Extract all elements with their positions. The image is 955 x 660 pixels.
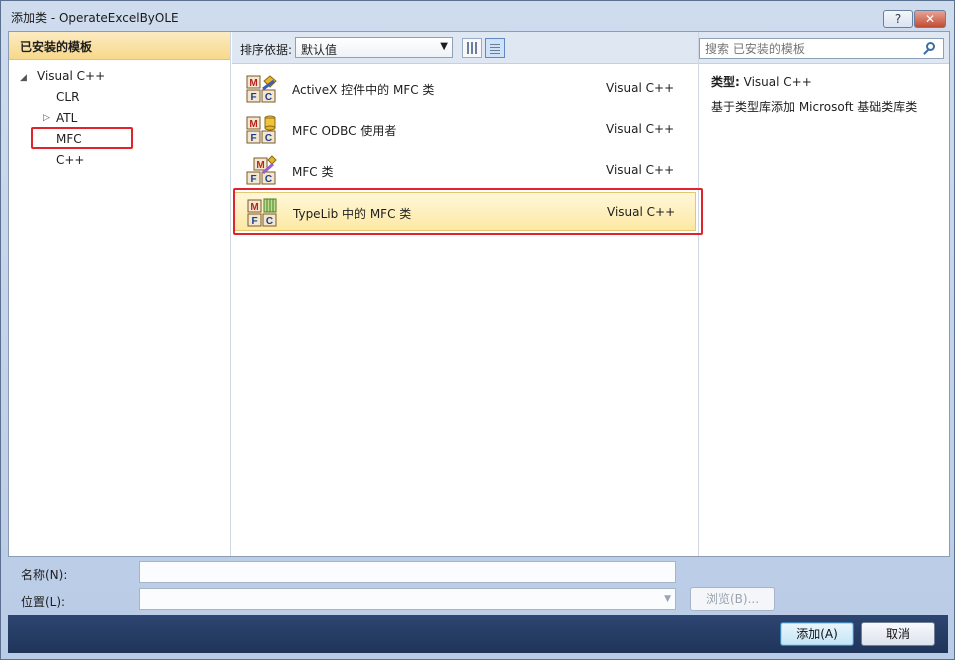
- search-icon[interactable]: [926, 42, 935, 51]
- svg-text:C: C: [265, 133, 272, 144]
- title-bar[interactable]: 添加类 - OperateExcelByOLE ? ✕: [1, 1, 954, 31]
- expanded-arrow-icon[interactable]: ◢: [20, 73, 27, 83]
- installed-templates-header[interactable]: 已安装的模板: [9, 32, 230, 60]
- help-button[interactable]: ?: [883, 10, 913, 28]
- tree-item-atl[interactable]: ATL: [56, 109, 77, 127]
- window-title: 添加类 - OperateExcelByOLE: [11, 11, 179, 25]
- location-label: 位置(L):: [21, 595, 66, 609]
- name-label: 名称(N):: [21, 568, 68, 582]
- cancel-button[interactable]: 取消: [861, 622, 935, 646]
- chevron-down-icon: ▼: [440, 41, 448, 52]
- collapsed-arrow-icon[interactable]: ▷: [43, 113, 50, 123]
- template-type: 类型: Visual C++: [711, 73, 812, 90]
- close-button[interactable]: ✕: [914, 10, 946, 28]
- template-description: 基于类型库添加 Microsoft 基础类库类: [711, 100, 918, 114]
- list-item[interactable]: M F C ActiveX 控件中的 MFC 类 Visual C++: [234, 69, 696, 108]
- sort-select[interactable]: 默认值 ▼: [295, 37, 453, 58]
- template-language: Visual C++: [606, 163, 675, 177]
- name-field[interactable]: [139, 561, 676, 583]
- svg-text:C: C: [265, 92, 272, 103]
- template-name: MFC 类: [292, 165, 334, 179]
- template-name: MFC ODBC 使用者: [292, 124, 397, 138]
- dialog-footer: 添加(A) 取消: [8, 615, 948, 653]
- installed-templates-label: 已安装的模板: [20, 40, 93, 54]
- tree-item-cpp[interactable]: C++: [56, 151, 85, 169]
- details-pane: 类型: Visual C++ 基于类型库添加 Microsoft 基础类库类: [699, 32, 949, 556]
- detail-view-button[interactable]: [485, 38, 505, 58]
- location-combo[interactable]: ▼: [139, 588, 676, 610]
- detail-view-icon: [490, 42, 500, 54]
- typelib-highlight-box: [233, 188, 703, 235]
- list-view-button[interactable]: [462, 38, 482, 58]
- sort-select-value: 默认值: [301, 43, 338, 57]
- svg-text:F: F: [250, 133, 256, 144]
- template-language: Visual C++: [606, 122, 675, 136]
- sort-toolbar: 排序依据: 默认值 ▼: [232, 32, 698, 64]
- installed-templates-pane: 已安装的模板 ◢ Visual C++ CLR ▷ ATL MFC C++: [9, 32, 231, 556]
- mfc-activex-icon: M F C: [246, 75, 277, 103]
- svg-text:M: M: [256, 160, 264, 171]
- mfc-class-icon: M F C: [246, 155, 277, 185]
- mfc-highlight-box: [31, 127, 133, 149]
- chevron-down-icon: ▼: [664, 594, 671, 604]
- sort-label: 排序依据:: [240, 43, 293, 57]
- add-button[interactable]: 添加(A): [780, 622, 854, 646]
- add-class-dialog: 添加类 - OperateExcelByOLE ? ✕ 已安装的模板 ◢ Vis…: [0, 0, 955, 660]
- browse-button[interactable]: 浏览(B)...: [690, 587, 775, 611]
- tree-item-visual-cpp[interactable]: Visual C++: [37, 67, 105, 85]
- type-label: 类型:: [711, 75, 740, 89]
- svg-text:F: F: [250, 174, 256, 185]
- tree-item-clr[interactable]: CLR: [56, 88, 79, 106]
- template-list-pane: 排序依据: 默认值 ▼ M F C ActiveX 控件中的 MFC 类 Vis…: [232, 32, 703, 556]
- svg-text:M: M: [249, 78, 257, 89]
- search-bar: [699, 32, 949, 64]
- template-name: ActiveX 控件中的 MFC 类: [292, 83, 435, 97]
- type-value: Visual C++: [743, 75, 812, 89]
- dialog-content: 已安装的模板 ◢ Visual C++ CLR ▷ ATL MFC C++ 排序…: [8, 31, 950, 557]
- template-language: Visual C++: [606, 81, 675, 95]
- svg-text:F: F: [250, 92, 256, 103]
- list-item[interactable]: M F C MFC ODBC 使用者 Visual C++: [234, 110, 696, 149]
- search-input[interactable]: [699, 38, 944, 59]
- list-view-icon: [467, 42, 477, 54]
- list-item[interactable]: M F C MFC 类 Visual C++: [234, 151, 696, 190]
- svg-text:M: M: [249, 119, 257, 130]
- mfc-odbc-icon: M F C: [246, 115, 276, 144]
- svg-text:C: C: [265, 174, 272, 185]
